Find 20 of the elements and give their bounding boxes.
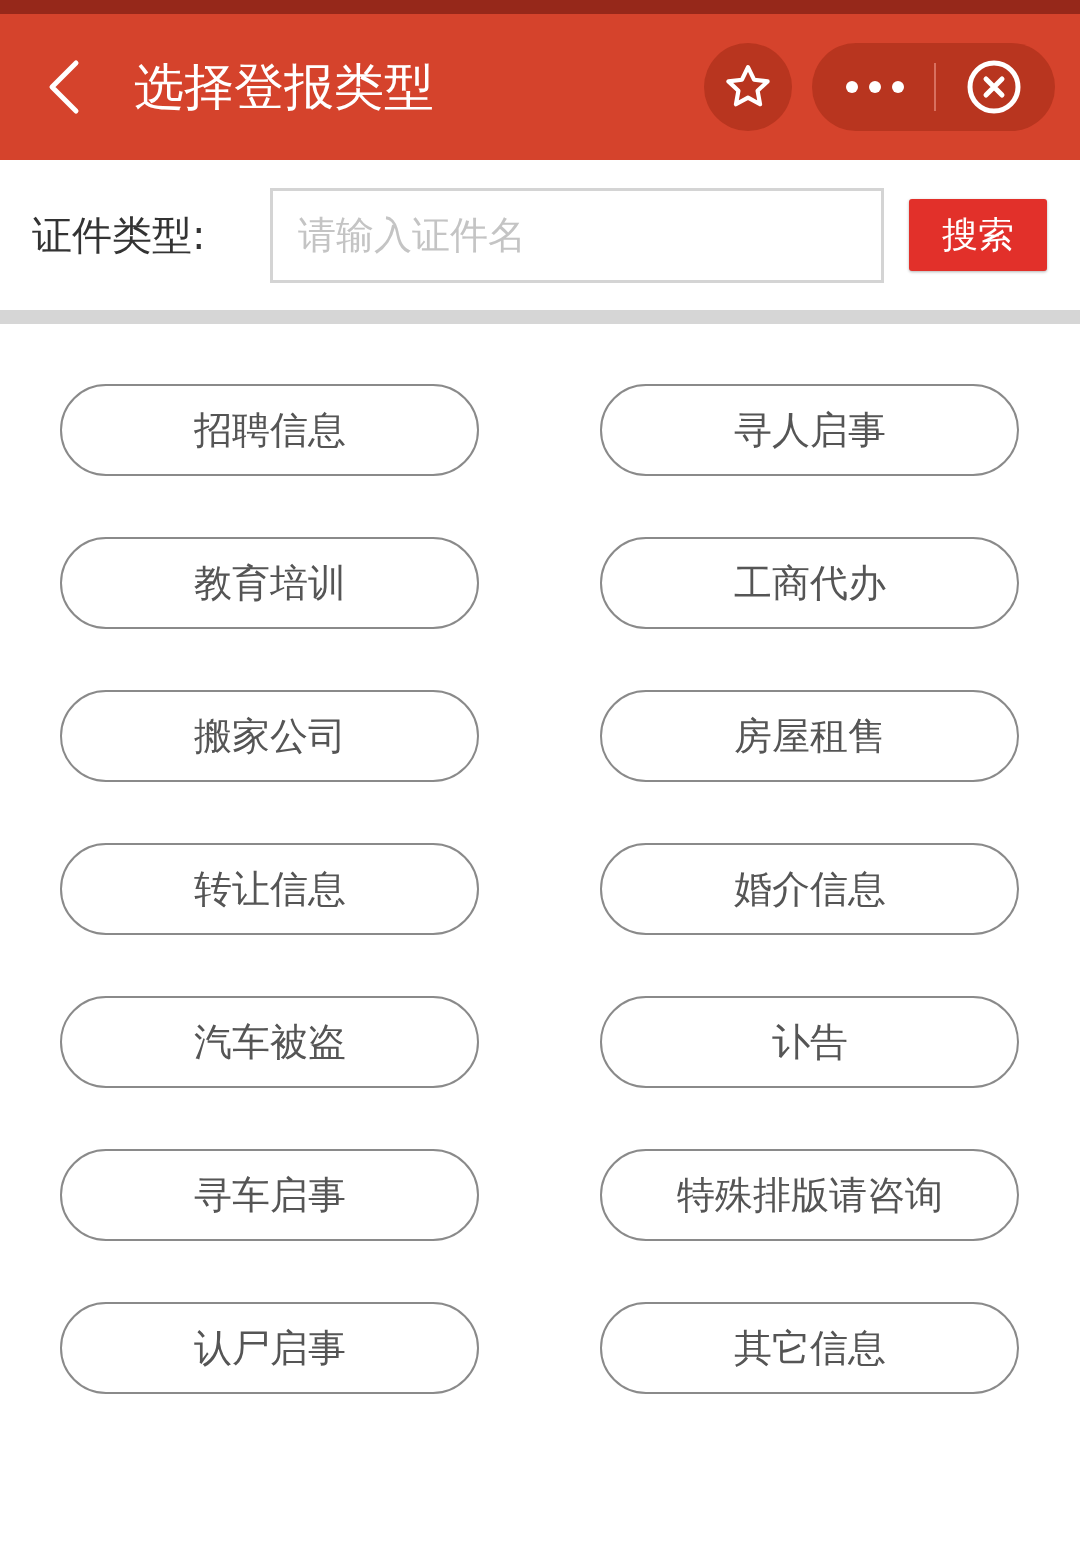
category-button[interactable]: 转让信息 [60, 843, 479, 935]
category-button[interactable]: 教育培训 [60, 537, 479, 629]
close-icon[interactable] [966, 59, 1023, 115]
category-button[interactable]: 招聘信息 [60, 384, 479, 476]
category-button[interactable]: 讣告 [600, 996, 1019, 1088]
more-icon[interactable] [844, 80, 905, 94]
category-button[interactable]: 寻人启事 [600, 384, 1019, 476]
category-button[interactable]: 房屋租售 [600, 690, 1019, 782]
search-field[interactable]: 请输入证件名 [270, 187, 884, 283]
page-title: 选择登报类型 [134, 56, 434, 118]
category-button[interactable]: 婚介信息 [600, 843, 1019, 935]
category-button[interactable]: 寻车启事 [60, 1149, 479, 1241]
category-button[interactable]: 工商代办 [600, 537, 1019, 629]
search-button[interactable]: 搜索 [909, 199, 1047, 271]
field-label: 证件类型: [32, 210, 207, 260]
category-button[interactable]: 汽车被盗 [60, 996, 479, 1088]
category-button[interactable]: 特殊排版请咨询 [600, 1149, 1019, 1241]
category-button[interactable]: 其它信息 [600, 1302, 1019, 1394]
category-button[interactable]: 认尸启事 [60, 1302, 479, 1394]
category-button[interactable]: 搬家公司 [60, 690, 479, 782]
